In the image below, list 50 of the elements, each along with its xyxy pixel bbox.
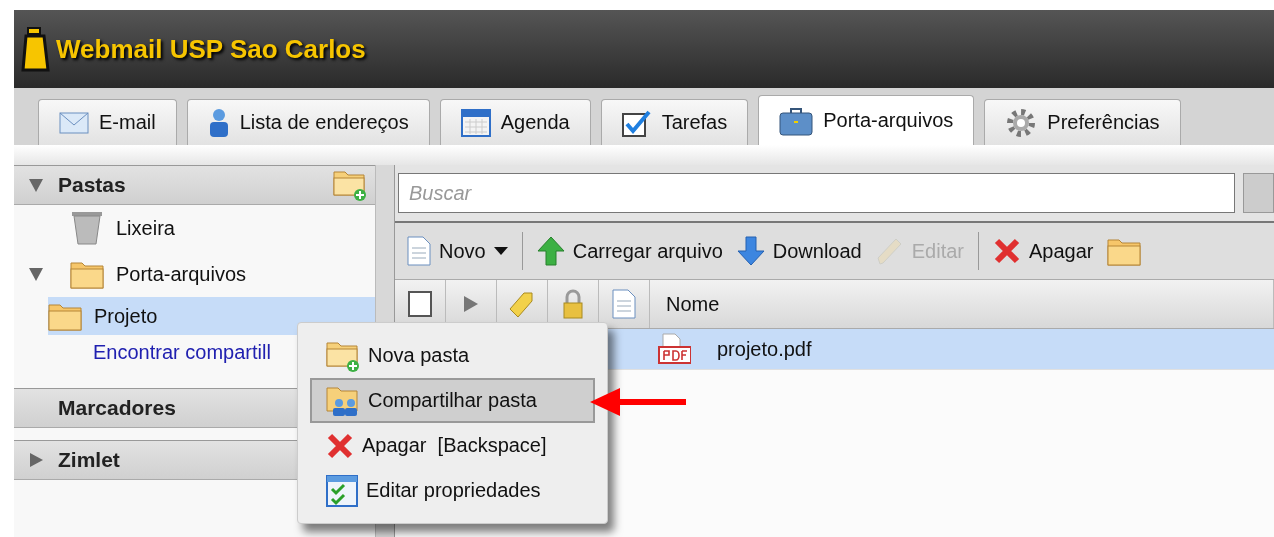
app-title: Webmail USP Sao Carlos <box>56 33 366 65</box>
calendar-icon <box>460 108 491 137</box>
briefcase-icon <box>779 105 814 136</box>
section-title: Zimlet <box>58 448 120 472</box>
section-header[interactable]: Pastas <box>14 165 375 205</box>
pencil-icon <box>875 236 904 266</box>
toolbar-button[interactable]: Novo <box>401 229 514 273</box>
expanded-arrow-icon[interactable] <box>28 266 44 282</box>
arrow-down-icon <box>736 236 765 266</box>
folder-icon <box>1107 236 1142 266</box>
person-icon <box>207 107 230 138</box>
trash-icon <box>70 211 104 245</box>
checkbox[interactable] <box>408 291 432 317</box>
tab[interactable]: Agenda <box>439 99 591 145</box>
tab[interactable]: E-mail <box>38 99 177 145</box>
gear-icon <box>1005 106 1038 139</box>
search-field[interactable]: Buscar <box>398 173 1235 213</box>
triangle-icon <box>463 295 479 313</box>
folder-icon <box>48 301 82 331</box>
folder-icon <box>70 259 104 289</box>
document-icon <box>407 236 431 266</box>
arrow-up-icon <box>536 236 565 266</box>
tab[interactable]: Tarefas <box>600 99 749 145</box>
document-icon <box>612 289 636 319</box>
menu-item[interactable]: Compartilhar pasta <box>310 378 595 423</box>
folder-plus-icon <box>333 169 367 201</box>
toolbar-button[interactable]: Apagar <box>987 229 1100 273</box>
checklist-icon <box>326 474 358 507</box>
toolbar-button[interactable]: Download <box>730 229 868 273</box>
section-title: Pastas <box>58 173 126 197</box>
folder-people-icon <box>326 384 360 417</box>
folder-item[interactable]: Lixeira <box>14 205 375 251</box>
delete-icon <box>993 237 1021 265</box>
pdf-file-icon <box>657 333 691 365</box>
file-name: projeto.pdf <box>717 337 812 361</box>
checkbox-check-icon <box>621 108 652 137</box>
logo-icon <box>20 26 50 72</box>
lock-icon <box>562 289 584 319</box>
folder-item[interactable]: Projeto <box>48 297 375 335</box>
search-button[interactable] <box>1242 173 1274 213</box>
tab[interactable]: Porta-arquivos <box>758 95 975 145</box>
toolbar-button[interactable]: Carregar arquivo <box>530 229 729 273</box>
tab[interactable]: Preferências <box>984 99 1181 145</box>
tab[interactable]: Lista de endereços <box>186 99 430 145</box>
envelope-icon <box>59 111 89 134</box>
folder-plus-icon <box>326 339 360 372</box>
delete-icon <box>326 431 354 460</box>
folder-item[interactable]: Porta-arquivos <box>14 251 375 297</box>
section-title: Marcadores <box>58 396 176 420</box>
tag-icon <box>508 289 536 319</box>
